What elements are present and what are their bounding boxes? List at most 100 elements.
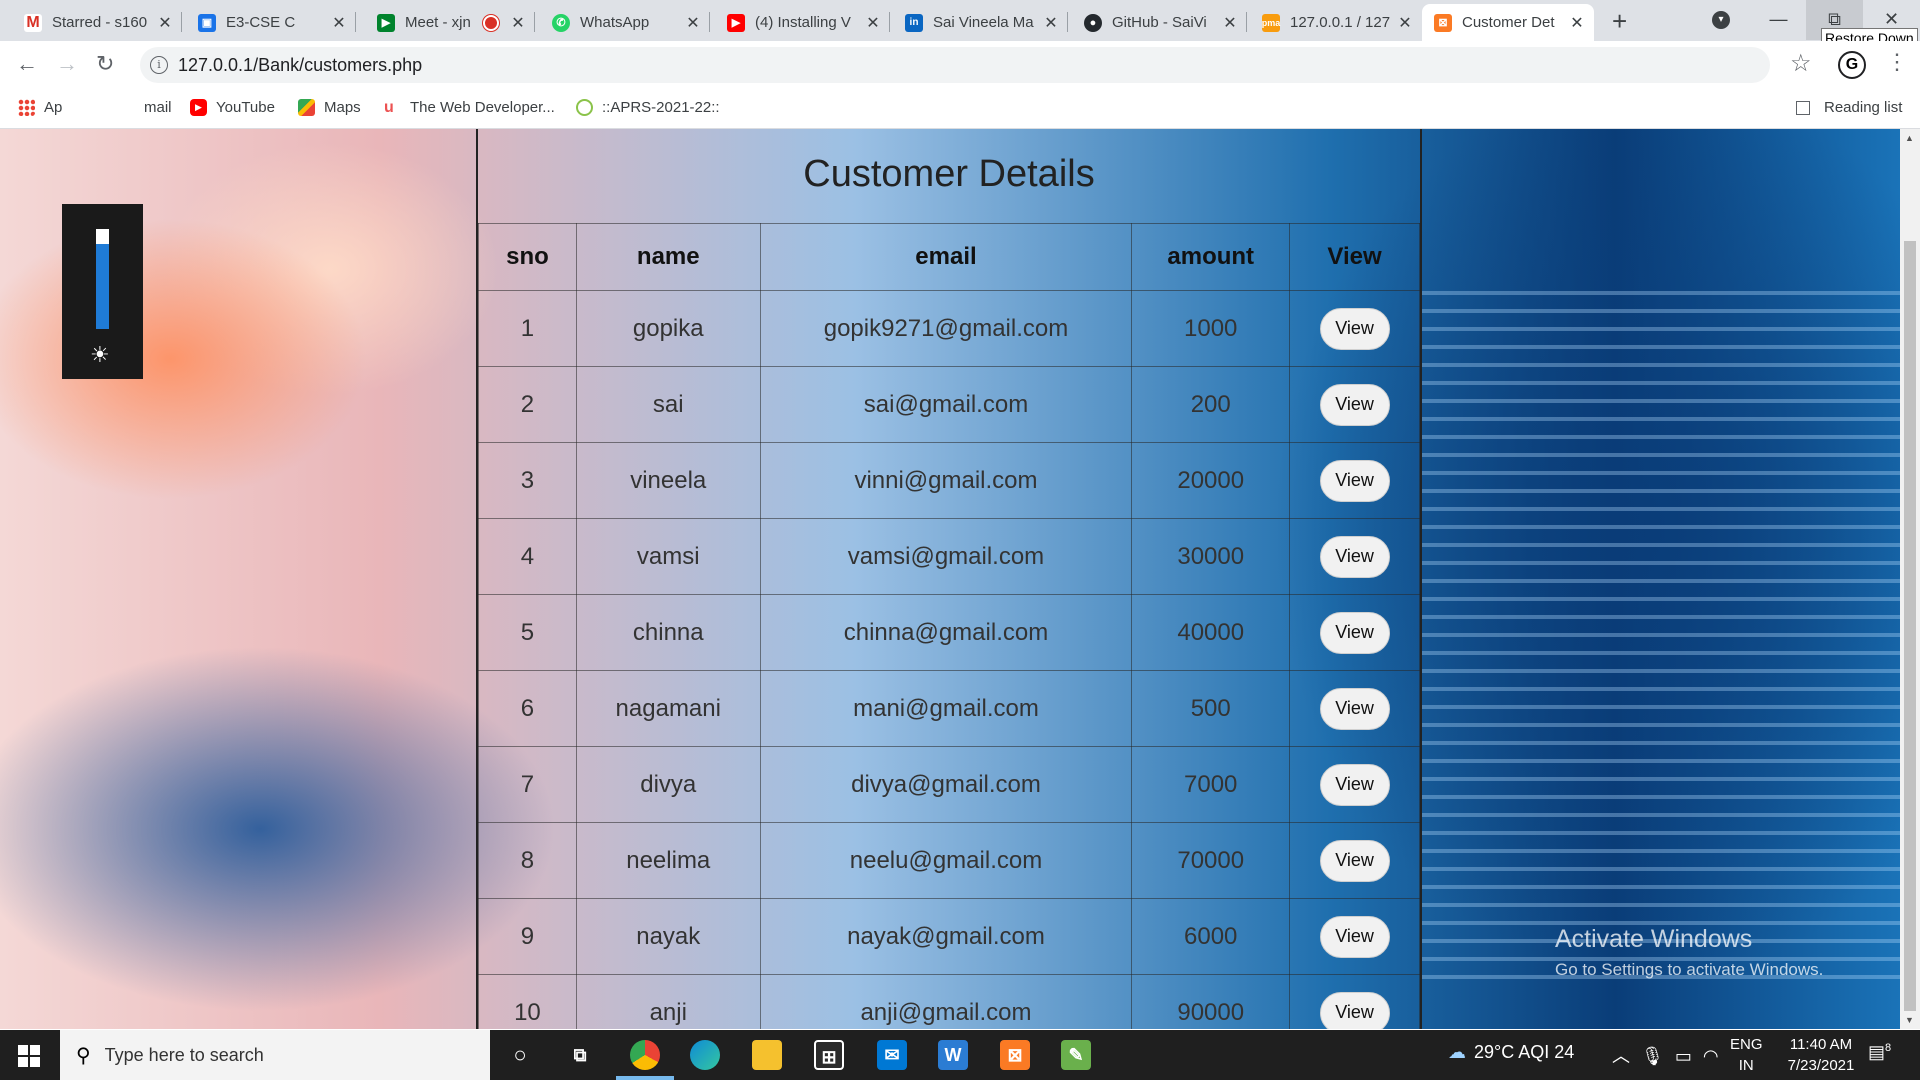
microphone-icon[interactable]: 🎙 [1641,1046,1664,1066]
scroll-down-icon[interactable]: ▼ [1905,1015,1914,1025]
tab-search-icon[interactable]: ▾ [1712,11,1730,29]
address-bar[interactable]: i 127.0.0.1/Bank/customers.php [140,47,1770,83]
bookmark-gmail[interactable]: mail [144,99,172,116]
wifi-icon[interactable]: ◠ [1703,1046,1719,1066]
tab-title: GitHub - SaiVi [1112,14,1207,31]
scrollbar-thumb[interactable] [1904,241,1916,1011]
tab-linkedin[interactable]: in Sai Vineela Ma ✕ [893,4,1068,41]
battery-icon[interactable]: ▭ [1675,1046,1692,1066]
meet-icon: ▶ [377,13,395,32]
view-button[interactable]: View [1319,307,1390,350]
view-button[interactable]: View [1319,991,1390,1029]
cell-view: View [1289,594,1420,671]
bookmark-maps[interactable]: Maps [298,99,361,116]
close-icon[interactable]: ✕ [507,13,529,33]
xampp-icon[interactable]: ⊠ [1000,1040,1030,1070]
tab-customer-details[interactable]: ⊠ Customer Det ✕ [1422,4,1594,41]
language-indicator[interactable]: ENG IN [1730,1034,1763,1076]
close-icon[interactable]: ✕ [1394,13,1416,33]
browser-tab-strip: M Starred - s160 ✕ ▣ E3-CSE C ✕ ▶ Meet -… [0,0,1920,48]
customer-panel: Customer Details sno name email amount V… [476,129,1422,1029]
view-button[interactable]: View [1319,763,1390,806]
cell-email: vamsi@gmail.com [759,518,1133,595]
customers-table: sno name email amount View 1 gopika gopik9… [478,223,1420,1029]
cell-sno: 10 [478,974,577,1029]
minimize-button[interactable]: — [1750,0,1807,40]
close-icon[interactable]: ✕ [328,13,350,33]
site-info-icon[interactable]: i [150,56,168,74]
tab-phpmyadmin[interactable]: pma 127.0.0.1 / 127 ✕ [1250,4,1422,41]
brightness-flyout: ☀ [62,204,143,379]
reading-list-label: Reading list [1824,99,1903,116]
tab-whatsapp[interactable]: ✆ WhatsApp ✕ [540,4,710,41]
cell-view: View [1289,290,1420,367]
notification-center[interactable]: ▤8 [1868,1042,1891,1063]
windows-start-icon[interactable] [18,1045,40,1067]
cell-email: gopik9271@gmail.com [759,290,1133,367]
view-button[interactable]: View [1319,459,1390,502]
activate-windows-watermark: Activate Windows Go to Settings to activ… [1555,925,1823,980]
file-explorer-icon[interactable] [752,1040,782,1070]
cell-name: vamsi [575,518,761,595]
forward-arrow-icon[interactable]: → [56,51,78,77]
close-icon[interactable]: ✕ [862,13,884,33]
bookmark-web-developer[interactable]: u The Web Developer... [384,99,555,116]
reload-icon[interactable]: ↻ [96,51,114,77]
reading-list-button[interactable]: Reading list [1796,99,1902,116]
tab-youtube[interactable]: ▶ (4) Installing V ✕ [715,4,890,41]
close-icon[interactable]: ✕ [154,13,176,33]
tab-gmail[interactable]: M Starred - s160 ✕ [12,4,182,41]
notepad-plus-icon[interactable]: ✎ [1061,1040,1091,1070]
edge-icon[interactable] [690,1040,720,1070]
weather-widget[interactable]: ☁ 29°C AQI 24 [1448,1042,1574,1063]
kebab-menu-icon[interactable]: ⋮ [1886,49,1908,75]
table-row: 4 vamsi vamsi@gmail.com 30000 View [478,518,1420,595]
notification-icon: ▤ [1868,1042,1886,1062]
tab-classroom[interactable]: ▣ E3-CSE C ✕ [186,4,356,41]
view-button[interactable]: View [1319,687,1390,730]
back-arrow-icon[interactable]: ← [16,51,38,77]
view-button[interactable]: View [1319,915,1390,958]
cortana-icon[interactable]: ○ [505,1040,535,1070]
view-button[interactable]: View [1319,535,1390,578]
mail-icon[interactable]: ✉ [877,1040,907,1070]
view-button[interactable]: View [1319,383,1390,426]
profile-avatar[interactable]: G [1838,51,1866,79]
close-icon[interactable]: ✕ [682,13,704,33]
github-icon: ● [1084,13,1102,32]
table-row: 9 nayak nayak@gmail.com 6000 View [478,898,1420,975]
table-row: 3 vineela vinni@gmail.com 20000 View [478,442,1420,519]
taskbar-search-box[interactable]: ⚲ Type here to search [60,1030,490,1080]
tab-title: 127.0.0.1 / 127 [1290,14,1391,31]
bookmark-label: The Web Developer... [410,99,555,116]
new-tab-button[interactable]: + [1612,6,1627,37]
tab-github[interactable]: ● GitHub - SaiVi ✕ [1072,4,1247,41]
chevron-up-icon[interactable]: ︿ [1612,1046,1630,1066]
page-scrollbar[interactable]: ▲ ▼ [1900,129,1920,1029]
background-decoration [1420,279,1900,979]
bookmark-star-icon[interactable]: ☆ [1790,49,1812,78]
store-icon[interactable]: ⊞ [814,1040,844,1070]
bookmark-aprs[interactable]: ::APRS-2021-22:: [576,99,720,116]
chrome-icon[interactable] [630,1040,660,1070]
scroll-up-icon[interactable]: ▲ [1905,133,1914,143]
bookmark-youtube[interactable]: ▶ YouTube [190,99,275,116]
wps-writer-icon[interactable]: W [938,1040,968,1070]
close-icon[interactable]: ✕ [1040,13,1062,33]
task-view-icon[interactable]: ⧉ [565,1040,595,1070]
clock[interactable]: 11:40 AM 7/23/2021 [1776,1034,1866,1076]
cell-view: View [1289,898,1420,975]
close-icon[interactable]: ✕ [1219,13,1241,33]
brightness-slider[interactable] [96,229,109,329]
brightness-level [96,244,109,329]
tab-title: WhatsApp [580,14,650,31]
bookmarks-bar: Ap mail ▶ YouTube Maps u The Web Develop… [0,90,1920,129]
view-button[interactable]: View [1319,839,1390,882]
close-icon[interactable]: ✕ [1566,13,1588,33]
system-tray-icons[interactable]: ︿ 🎙 ▭ ◠ [1612,1042,1719,1068]
cell-email: chinna@gmail.com [759,594,1133,671]
view-button[interactable]: View [1319,611,1390,654]
cell-sno: 8 [478,822,577,899]
bookmark-apps[interactable]: Ap [18,99,62,116]
tab-meet[interactable]: ▶ Meet - xjn ✕ [365,4,535,41]
